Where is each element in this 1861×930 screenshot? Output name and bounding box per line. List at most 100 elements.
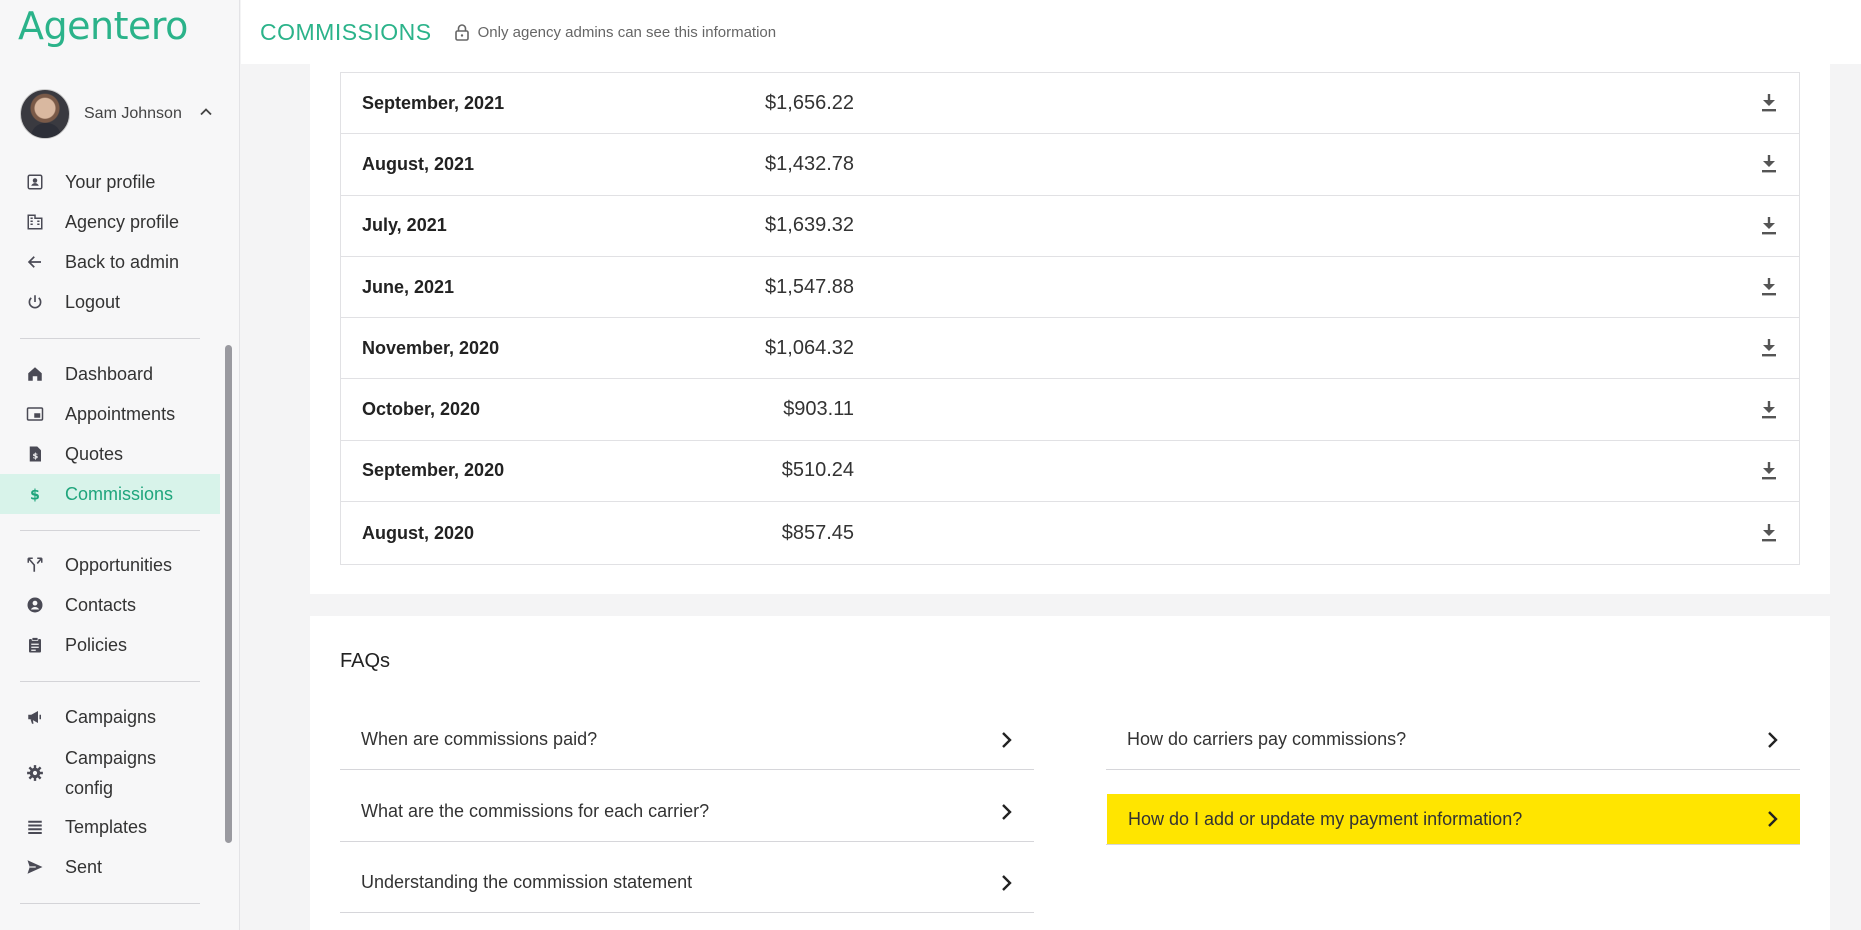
sidebar-item-campaigns[interactable]: Campaigns	[0, 697, 220, 737]
faq-item-highlighted[interactable]: How do I add or update my payment inform…	[1107, 794, 1800, 844]
sidebar-item-policies[interactable]: Policies	[0, 625, 220, 665]
sidebar-item-sent[interactable]: Sent	[0, 847, 220, 887]
statement-amount: $1,547.88	[765, 275, 854, 298]
profile-icon	[24, 171, 46, 193]
statement-amount: $1,064.32	[765, 336, 854, 359]
statement-amount: $857.45	[781, 521, 854, 544]
download-icon[interactable]	[1759, 399, 1779, 421]
merge-arrows-icon	[24, 554, 46, 576]
download-icon[interactable]	[1759, 337, 1779, 359]
sidebar-item-label: Appointments	[65, 403, 176, 424]
chevron-right-icon	[1768, 732, 1778, 748]
chevron-right-icon	[1002, 804, 1012, 820]
table-row: July, 2021 $1,639.32	[341, 196, 1799, 257]
sidebar-item-commissions[interactable]: $ Commissions	[0, 474, 220, 514]
download-icon[interactable]	[1759, 522, 1779, 544]
sidebar-item-templates[interactable]: Templates	[0, 807, 220, 847]
table-row: September, 2021 $1,656.22	[341, 73, 1799, 135]
download-icon[interactable]	[1759, 215, 1779, 237]
divider	[20, 681, 200, 682]
faq-item[interactable]: Understanding the commission statement	[340, 853, 1034, 913]
sidebar-item-dashboard[interactable]: Dashboard	[0, 354, 220, 394]
sidebar-item-label: Contacts	[65, 594, 137, 615]
statement-amount: $1,639.32	[765, 214, 854, 237]
user-menu-toggle[interactable]: Sam Johnson	[20, 88, 220, 140]
faq-divider	[1106, 844, 1800, 845]
divider	[20, 903, 200, 904]
sidebar: Agentero Sam Johnson Your profile Agency…	[0, 0, 240, 930]
table-row: August, 2021 $1,432.78	[341, 134, 1799, 196]
download-icon[interactable]	[1759, 153, 1779, 175]
menu-item-your-profile[interactable]: Your profile	[0, 162, 220, 202]
table-row: November, 2020 $1,064.32	[341, 318, 1799, 380]
power-icon	[24, 291, 46, 313]
menu-item-agency-profile[interactable]: Agency profile	[0, 202, 220, 242]
table-row: August, 2020 $857.45	[341, 502, 1799, 564]
download-icon[interactable]	[1759, 460, 1779, 482]
statement-month: September, 2020	[362, 460, 505, 481]
sidebar-item-label: Quotes	[65, 443, 124, 464]
sidebar-item-label: Opportunities	[65, 554, 173, 575]
faq-question: How do carriers pay commissions?	[1127, 729, 1407, 749]
faq-item[interactable]: How do carriers pay commissions?	[1106, 710, 1800, 770]
sidebar-item-quotes[interactable]: $ Quotes	[0, 434, 220, 474]
menu-item-label: Your profile	[65, 171, 156, 192]
sidebar-item-label: Templates	[65, 816, 148, 837]
statement-month: June, 2021	[362, 276, 455, 297]
faq-item[interactable]: When are commissions paid?	[340, 710, 1034, 770]
sidebar-item-label: Dashboard	[65, 363, 154, 384]
statement-month: August, 2020	[362, 522, 475, 543]
agentero-logo[interactable]: Agentero	[18, 4, 188, 48]
faqs-title: FAQs	[340, 650, 391, 672]
home-icon	[24, 363, 46, 385]
statement-month: July, 2021	[362, 215, 447, 236]
sidebar-item-contacts[interactable]: Contacts	[0, 585, 220, 625]
statement-amount: $510.24	[781, 459, 854, 482]
menu-item-label: Agency profile	[65, 211, 180, 232]
statement-month: November, 2020	[362, 337, 500, 358]
sidebar-item-campaigns-config[interactable]: Campaigns config	[0, 741, 220, 805]
divider	[20, 530, 200, 531]
statement-month: August, 2021	[362, 153, 475, 174]
quote-document-icon: $	[24, 443, 46, 465]
download-icon[interactable]	[1759, 276, 1779, 298]
statement-month: October, 2020	[362, 399, 481, 420]
chevron-right-icon	[1002, 732, 1012, 748]
sidebar-item-label: Policies	[65, 634, 128, 655]
sidebar-item-opportunities[interactable]: Opportunities	[0, 545, 220, 585]
top-header: COMMISSIONS Only agency admins can see t…	[241, 0, 1861, 64]
sidebar-item-label: Commissions	[65, 483, 174, 504]
divider	[20, 338, 200, 339]
statements-table: September, 2021 $1,656.22 August, 2021 $1,4…	[340, 72, 1800, 566]
sidebar-scrollbar[interactable]	[225, 345, 232, 843]
menu-item-label: Logout	[65, 291, 121, 312]
statement-amount: $1,432.78	[765, 152, 854, 175]
picture-in-picture-icon	[24, 403, 46, 425]
chevron-up-icon[interactable]	[196, 102, 216, 122]
statement-month: September, 2021	[362, 92, 505, 113]
sidebar-item-appointments[interactable]: Appointments	[0, 394, 220, 434]
arrow-left-icon	[24, 251, 46, 273]
svg-text:$: $	[33, 451, 39, 461]
megaphone-icon	[24, 706, 46, 728]
dollar-icon: $	[24, 483, 46, 505]
chevron-right-icon	[1002, 875, 1012, 891]
user-name: Sam Johnson	[84, 105, 182, 122]
faq-question: How do I add or update my payment inform…	[1128, 808, 1523, 829]
svg-text:$: $	[30, 487, 40, 503]
sidebar-item-label: Sent	[65, 856, 103, 877]
avatar	[20, 89, 70, 139]
statement-amount: $903.11	[783, 398, 854, 421]
menu-item-logout[interactable]: Logout	[0, 282, 220, 322]
download-icon[interactable]	[1759, 92, 1779, 114]
admin-only-note: Only agency admins can see this informat…	[477, 23, 777, 41]
gear-icon	[24, 762, 46, 784]
label-line-2: config	[65, 778, 114, 798]
faq-item[interactable]: What are the commissions for each carrie…	[340, 782, 1034, 842]
statement-amount: $1,656.22	[765, 91, 854, 114]
send-icon	[24, 856, 46, 878]
building-icon	[24, 211, 46, 233]
page-title: COMMISSIONS	[260, 18, 432, 45]
table-row: June, 2021 $1,547.88	[341, 257, 1799, 319]
menu-item-back-to-admin[interactable]: Back to admin	[0, 242, 220, 282]
